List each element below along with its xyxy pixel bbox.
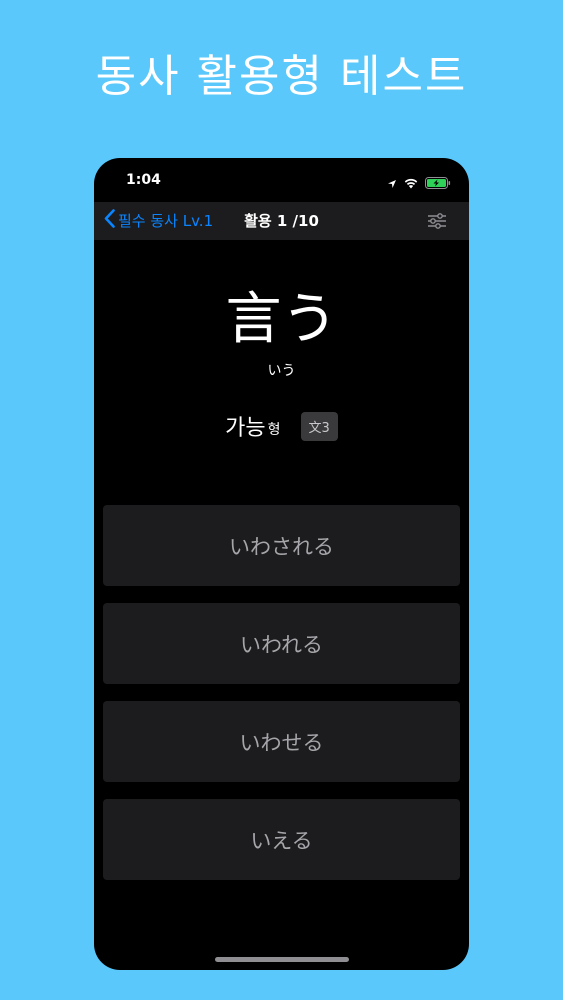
wifi-icon	[403, 174, 419, 193]
verb-reading: いう	[267, 363, 296, 379]
status-time: 1:04	[126, 172, 161, 188]
status-bar: 1:04	[94, 158, 469, 202]
promo-title: 동사 활용형 테스트	[95, 51, 468, 102]
answer-option-1[interactable]: いわされる	[103, 505, 460, 586]
home-indicator	[215, 957, 349, 962]
sliders-icon[interactable]	[427, 212, 447, 230]
answer-options: いわされる いわれる いわせる いえる	[103, 505, 460, 897]
answer-option-3[interactable]: いわせる	[103, 701, 460, 782]
conjugation-form-suffix: 형	[267, 422, 281, 438]
conjugation-form-name: 가능	[225, 416, 266, 441]
location-arrow-icon	[387, 174, 397, 193]
back-button-label: 필수 동사 Lv.1	[118, 212, 214, 230]
phone-screen: 1:04 필수 동사 Lv.1 활용 1 /10 言う いう 가능 형 文3 い…	[94, 158, 469, 970]
conjugation-form-row: 가능 형 文3	[94, 410, 469, 442]
answer-option-4[interactable]: いえる	[103, 799, 460, 880]
battery-charging-icon	[425, 174, 451, 193]
chevron-left-icon	[104, 209, 118, 232]
status-icons	[387, 174, 451, 193]
answer-option-2[interactable]: いわれる	[103, 603, 460, 684]
form-badge: 文3	[300, 411, 338, 441]
verb-kanji: 言う	[225, 287, 338, 352]
back-button[interactable]: 필수 동사 Lv.1	[104, 209, 213, 232]
navigation-bar: 필수 동사 Lv.1 활용 1 /10	[94, 202, 469, 240]
